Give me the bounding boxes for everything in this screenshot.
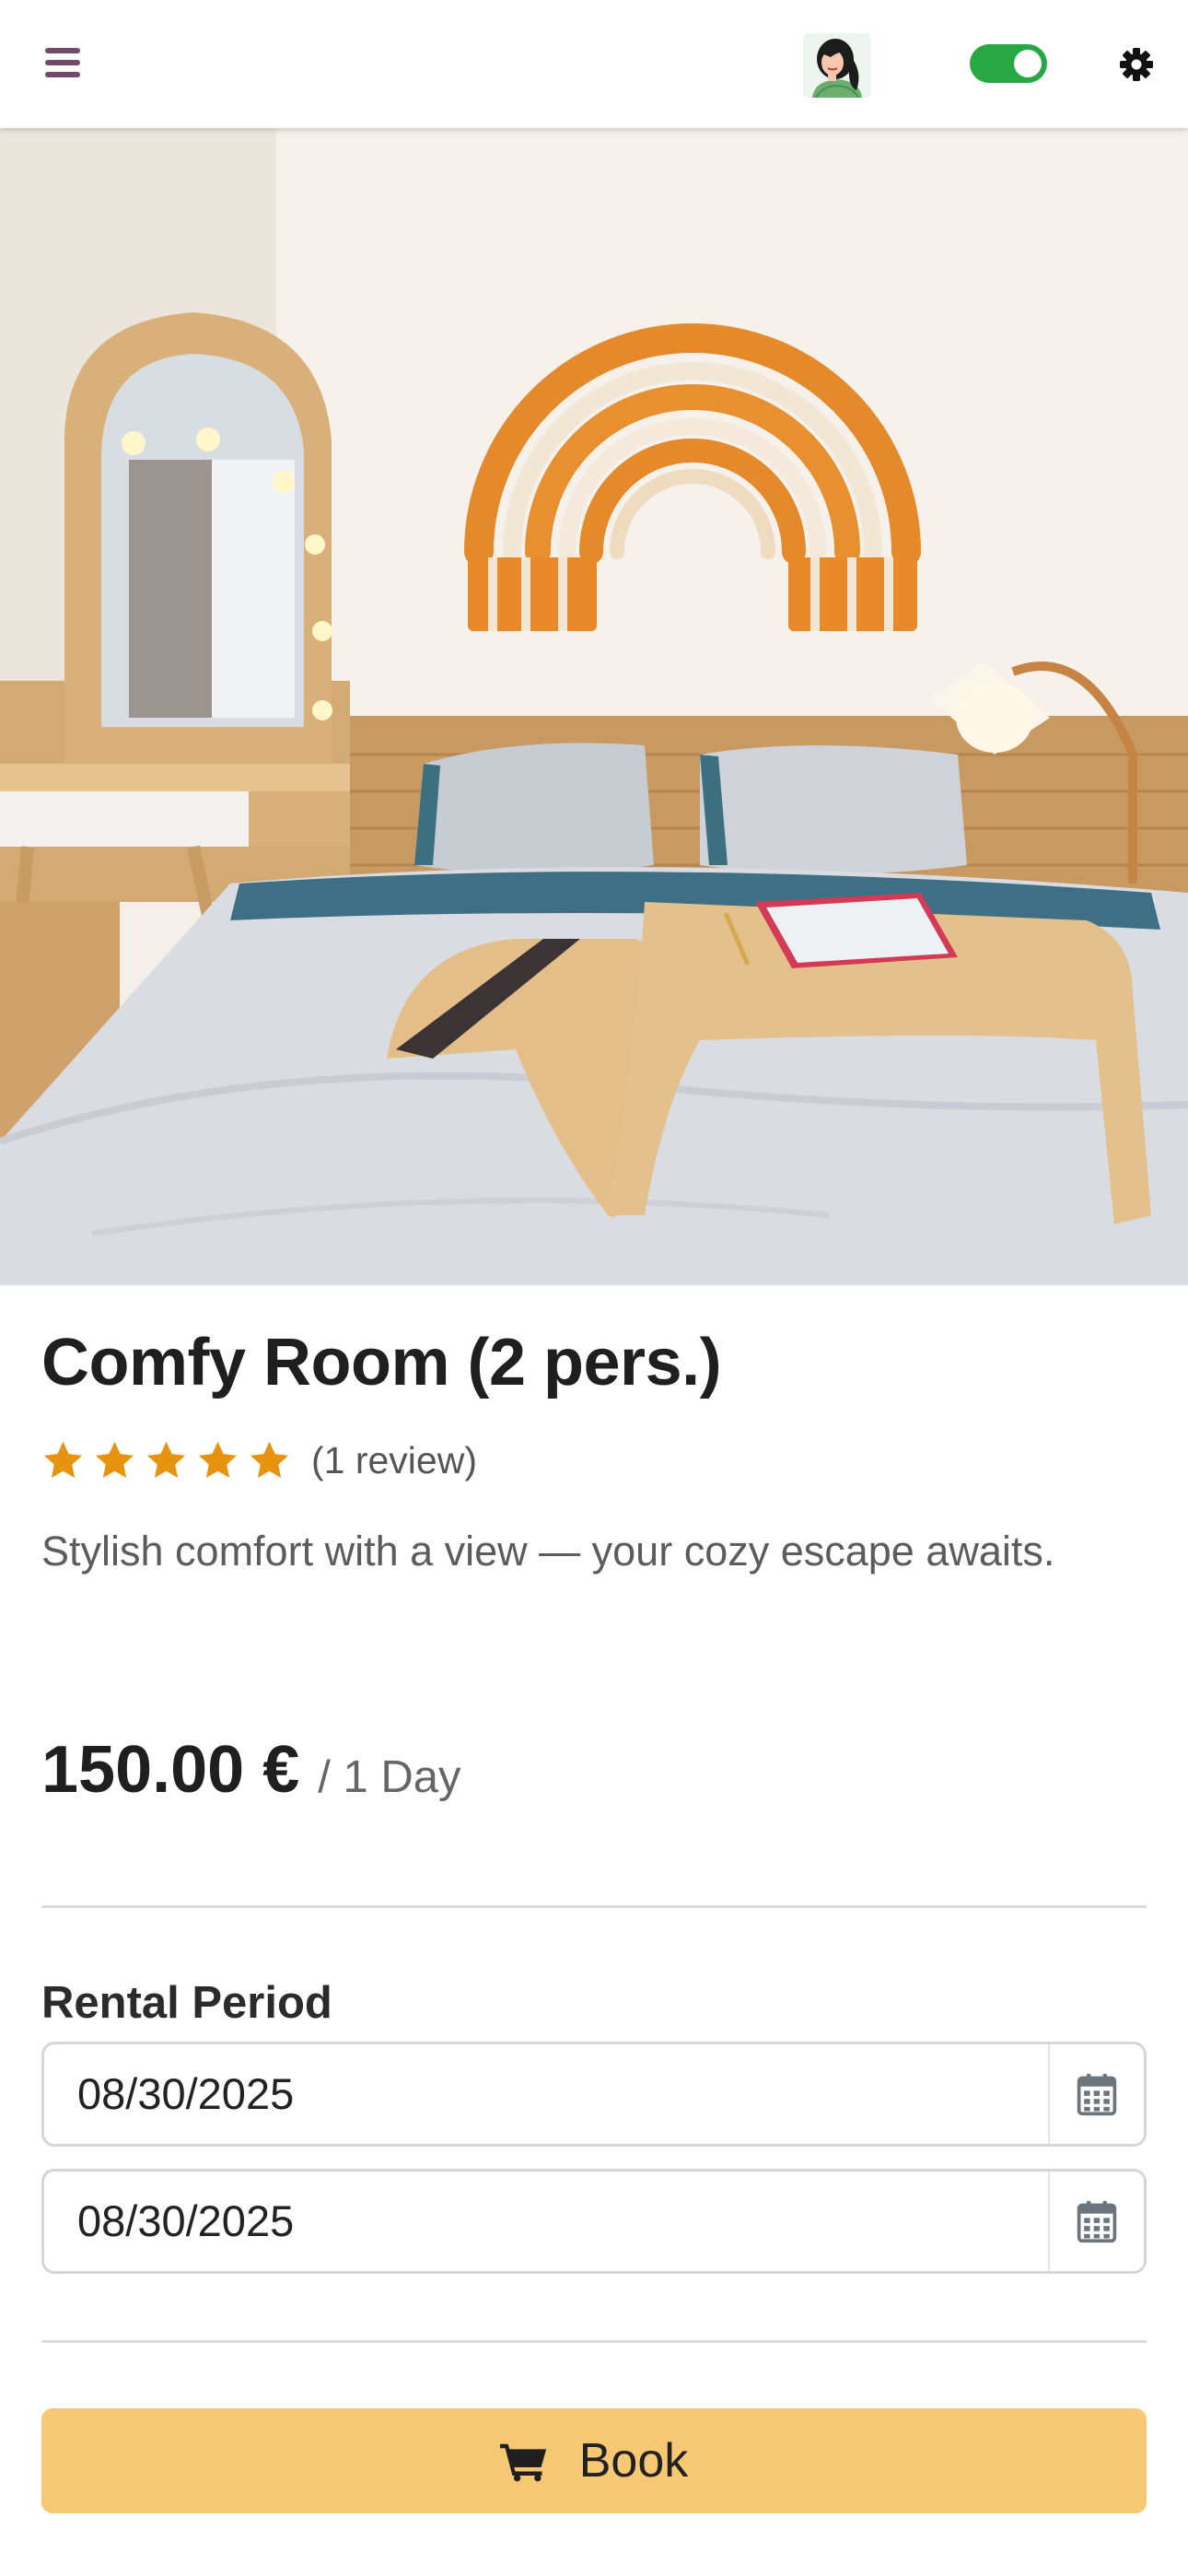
product-price: 150.00 € bbox=[41, 1733, 300, 1807]
product-title: Comfy Room (2 pers.) bbox=[41, 1326, 722, 1399]
price-block: 150.00 € / 1 Day bbox=[41, 1732, 461, 1808]
star-icon bbox=[95, 1441, 134, 1478]
end-date-picker-button[interactable] bbox=[1048, 2172, 1144, 2271]
calendar-icon bbox=[1077, 2200, 1117, 2243]
start-date-value[interactable]: 08/30/2025 bbox=[77, 2068, 294, 2119]
start-date-picker-button[interactable] bbox=[1048, 2044, 1144, 2144]
cart-icon bbox=[499, 2443, 546, 2482]
star-icon bbox=[250, 1441, 289, 1478]
section-divider bbox=[41, 1905, 1147, 1908]
end-date-value[interactable]: 08/30/2025 bbox=[77, 2195, 294, 2246]
gear-icon[interactable] bbox=[1118, 46, 1155, 83]
star-icon bbox=[198, 1441, 238, 1478]
toggle-knob bbox=[1014, 50, 1042, 77]
star-icon bbox=[146, 1441, 186, 1478]
mode-toggle-switch[interactable] bbox=[970, 44, 1047, 83]
product-description: Stylish comfort with a view — your cozy … bbox=[41, 1528, 1055, 1575]
product-image[interactable] bbox=[0, 128, 1188, 1285]
product-rating[interactable]: (1 review) bbox=[41, 1437, 477, 1483]
calendar-icon bbox=[1077, 2073, 1117, 2116]
star-icon bbox=[43, 1441, 83, 1478]
rental-start-date-field[interactable]: 08/30/2025 bbox=[41, 2042, 1147, 2147]
section-divider bbox=[41, 2340, 1147, 2343]
hamburger-menu-icon[interactable] bbox=[45, 48, 80, 77]
review-count-link[interactable]: (1 review) bbox=[311, 1439, 477, 1482]
rental-end-date-field[interactable]: 08/30/2025 bbox=[41, 2169, 1147, 2274]
user-avatar[interactable] bbox=[803, 33, 871, 98]
rating-stars bbox=[41, 1439, 291, 1481]
avatar-illustration bbox=[803, 33, 871, 98]
book-button[interactable]: Book bbox=[41, 2408, 1147, 2513]
top-navbar bbox=[0, 0, 1188, 128]
price-unit: / 1 Day bbox=[318, 1752, 461, 1802]
book-button-label: Book bbox=[578, 2434, 689, 2488]
bedroom-photo bbox=[0, 128, 1188, 1285]
rental-period-label: Rental Period bbox=[41, 1978, 332, 2028]
